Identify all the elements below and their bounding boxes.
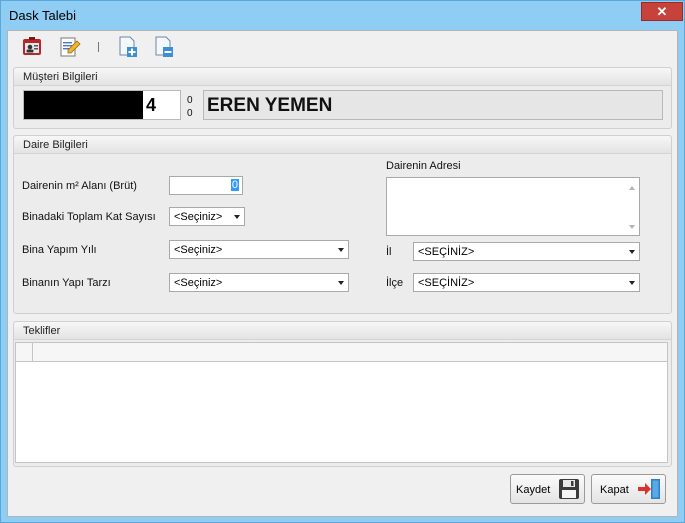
toolbar-separator: [98, 42, 99, 52]
ilce-select-value: <SEÇİNİZ>: [418, 277, 475, 289]
ilce-dropdown-arrow-icon: [629, 281, 635, 285]
yapim-yili-value: <Seçiniz>: [174, 244, 223, 256]
count-top: 0: [187, 95, 193, 106]
kat-select-value: <Seçiniz>: [174, 211, 223, 223]
save-icon: [559, 479, 579, 499]
ilce-select[interactable]: <SEÇİNİZ>: [413, 273, 640, 292]
kapat-label: Kapat: [600, 484, 629, 496]
area-value: 0: [230, 179, 239, 191]
kaydet-button[interactable]: Kaydet: [510, 474, 585, 504]
client-area: Müşteri Bilgileri 4 0 0 EREN YEMEN Daire…: [7, 30, 678, 517]
ilce-label: İlçe: [386, 277, 404, 289]
il-select[interactable]: <SEÇİNİZ>: [413, 242, 640, 261]
yapi-tarzi-value: <Seçiniz>: [174, 277, 223, 289]
scroll-up-icon[interactable]: [629, 186, 635, 190]
exit-door-icon: [638, 479, 660, 499]
teklifler-title: Teklifler: [23, 325, 61, 337]
yapim-yili-select[interactable]: <Seçiniz>: [169, 240, 349, 259]
grid-row-indicator-divider: [32, 343, 33, 361]
remove-document-icon[interactable]: [152, 35, 176, 59]
window-title: Dask Talebi: [9, 8, 76, 23]
customer-id-suffix: 4: [146, 95, 157, 115]
scroll-down-icon[interactable]: [629, 225, 635, 229]
teklifler-group: Teklifler: [13, 321, 672, 467]
musteri-bilgileri-header: Müşteri Bilgileri: [14, 68, 671, 86]
kapat-button[interactable]: Kapat: [591, 474, 666, 504]
kat-select[interactable]: <Seçiniz>: [169, 207, 245, 226]
daire-bilgileri-group: Daire Bilgileri Dairenin m² Alanı (Brüt)…: [13, 135, 672, 314]
musteri-bilgileri-title: Müşteri Bilgileri: [23, 71, 98, 83]
title-bar[interactable]: Dask Talebi ✕: [1, 1, 684, 29]
musteri-bilgileri-group: Müşteri Bilgileri 4 0 0 EREN YEMEN: [13, 67, 672, 129]
daire-bilgileri-header: Daire Bilgileri: [14, 136, 671, 154]
yapi-tarzi-select[interactable]: <Seçiniz>: [169, 273, 349, 292]
daire-bilgileri-title: Daire Bilgileri: [23, 139, 88, 151]
redacted-block: [24, 91, 143, 119]
il-select-value: <SEÇİNİZ>: [418, 246, 475, 258]
adres-label: Dairenin Adresi: [386, 160, 461, 172]
customer-id-field: 4: [23, 90, 181, 120]
kat-label: Binadaki Toplam Kat Sayısı: [22, 211, 156, 223]
adres-textarea[interactable]: [386, 177, 640, 236]
customer-name: EREN YEMEN: [207, 95, 333, 116]
area-input[interactable]: 0: [169, 176, 243, 195]
il-label: İl: [386, 246, 392, 258]
teklifler-header: Teklifler: [14, 322, 671, 340]
kat-dropdown-arrow-icon: [234, 215, 240, 219]
yapi-tarzi-label: Binanın Yapı Tarzı: [22, 277, 111, 289]
yapim-yili-label: Bina Yapım Yılı: [22, 244, 97, 256]
grid-header-row: [16, 343, 667, 362]
kaydet-label: Kaydet: [516, 484, 551, 496]
customer-name-field: EREN YEMEN: [203, 90, 663, 120]
dask-talebi-window: Dask Talebi ✕ Müşteri Bilgileri 4 0 0 ER…: [0, 0, 685, 523]
yapi-tarzi-dropdown-arrow-icon: [338, 281, 344, 285]
yapim-yili-dropdown-arrow-icon: [338, 248, 344, 252]
edit-icon[interactable]: [58, 35, 82, 59]
il-dropdown-arrow-icon: [629, 250, 635, 254]
window-close-button[interactable]: ✕: [641, 2, 683, 21]
toolbar: [8, 31, 677, 63]
count-bottom: 0: [187, 108, 193, 119]
customer-card-icon[interactable]: [20, 35, 44, 59]
area-label: Dairenin m² Alanı (Brüt): [22, 180, 137, 192]
teklifler-grid[interactable]: [15, 342, 668, 463]
add-document-icon[interactable]: [116, 35, 140, 59]
